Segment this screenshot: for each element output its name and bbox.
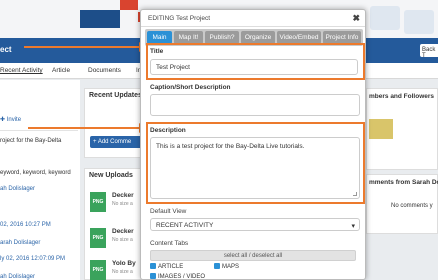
nav-article[interactable]: Article — [52, 67, 70, 74]
checkbox-checked-icon — [150, 263, 156, 269]
title-label: Title — [150, 48, 164, 55]
created-date: 02, 2016 10:27 PM — [0, 222, 51, 228]
png-file-icon: PNG — [90, 228, 106, 248]
project-keywords: eyword, keyword, keyword — [0, 170, 71, 176]
owner-link[interactable]: ah Dolislager — [0, 274, 35, 280]
default-view-select[interactable]: RECENT ACTIVITY ▾ — [150, 218, 360, 231]
edited-date: ly 02, 2016 12:07:09 PM — [0, 256, 66, 262]
annotation-arrow-description — [28, 123, 146, 133]
recent-updates-title: Recent Updates — [89, 92, 142, 99]
checkbox-label: ARTICLE — [158, 264, 184, 270]
close-icon[interactable]: ✖ — [352, 13, 360, 24]
png-file-icon: PNG — [90, 260, 106, 280]
add-comment-button[interactable]: + Add Comme — [90, 136, 144, 148]
upload-name: Decker — [112, 192, 134, 199]
nav-recent-activity[interactable]: Recent Activity — [0, 67, 43, 74]
member-avatar[interactable] — [369, 119, 393, 139]
back-button[interactable]: Back T — [420, 44, 438, 59]
invite-link[interactable]: ✚ Invite — [0, 116, 21, 123]
checkbox-maps[interactable]: MAPS — [214, 263, 239, 270]
default-view-value: RECENT ACTIVITY — [156, 222, 214, 229]
description-textarea[interactable]: This is a test project for the Bay-Delta… — [150, 137, 360, 199]
upload-size: No size a — [112, 237, 133, 243]
chevron-down-icon: ▾ — [351, 223, 355, 230]
upload-name: Yolo By — [112, 260, 136, 267]
description-text: This is a test project for the Bay-Delta… — [156, 143, 305, 150]
left-panel: ✚ Invite roject for the Bay-Delta eyword… — [0, 80, 80, 280]
members-title: mbers and Followers — [369, 93, 435, 100]
project-header-title: ect — [0, 45, 12, 54]
checkbox-label: MAPS — [222, 264, 240, 270]
caption-label: Caption/Short Description — [150, 84, 231, 91]
project-summary: roject for the Bay-Delta — [0, 138, 62, 144]
no-comments-text: No comments y — [391, 203, 433, 209]
upload-item[interactable]: PNG Decker No size a — [90, 190, 146, 216]
checkbox-checked-icon — [150, 273, 156, 279]
title-input[interactable]: Test Project — [150, 59, 358, 75]
comments-card: mments from Sarah Do No comments y — [366, 174, 438, 234]
new-uploads-title: New Uploads — [89, 172, 133, 179]
members-card: mbers and Followers — [366, 88, 438, 170]
description-label: Description — [150, 127, 186, 134]
default-view-label: Default View — [150, 208, 187, 215]
upload-size: No size a — [112, 201, 133, 207]
author-link[interactable]: ah Dolislager — [0, 186, 35, 192]
upload-item[interactable]: PNG Decker No size a — [90, 226, 146, 252]
upload-size: No size a — [112, 269, 133, 275]
nav-documents[interactable]: Documents — [88, 67, 121, 74]
content-tabs-label: Content Tabs — [150, 240, 189, 247]
caption-textarea[interactable] — [150, 94, 360, 116]
right-panel: mbers and Followers mments from Sarah Do… — [366, 80, 438, 280]
checkbox-images-video[interactable]: IMAGES / VIDEO — [150, 273, 206, 280]
upload-name: Decker — [112, 228, 134, 235]
resize-handle-icon[interactable] — [353, 192, 357, 196]
annotation-arrow-title — [24, 42, 146, 52]
select-all-button[interactable]: select all / deselect all — [150, 250, 356, 261]
edit-project-modal: EDITING Test Project ✖ Main Map It! Publ… — [140, 9, 366, 280]
modal-title: EDITING Test Project — [148, 15, 211, 22]
editor-link[interactable]: arah Dolislager — [0, 240, 40, 246]
upload-item[interactable]: PNG Yolo By No size a — [90, 258, 146, 280]
checkbox-article[interactable]: ARTICLE — [150, 263, 183, 270]
middle-panel: Recent Updates + Add Comme New Uploads P… — [84, 80, 148, 280]
comments-title: mments from Sarah Do — [369, 179, 438, 186]
modal-header: EDITING Test Project ✖ — [141, 10, 365, 27]
checkbox-checked-icon — [214, 263, 220, 269]
checkbox-label: IMAGES / VIDEO — [158, 274, 206, 280]
png-file-icon: PNG — [90, 192, 106, 212]
